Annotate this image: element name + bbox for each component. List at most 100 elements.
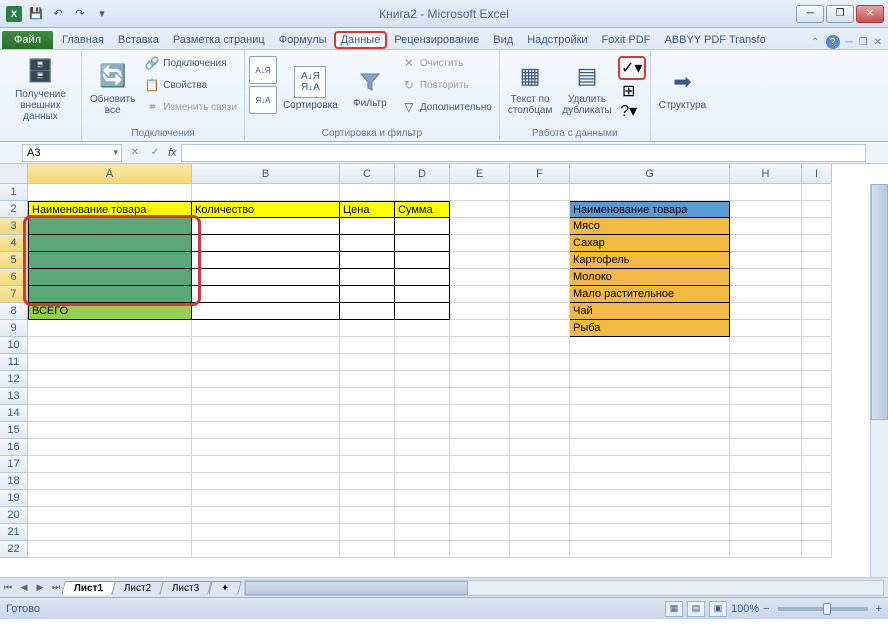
cell[interactable] [730, 388, 802, 405]
cell[interactable] [395, 218, 450, 235]
row-header[interactable]: 9 [0, 320, 28, 337]
cell[interactable] [340, 524, 395, 541]
cell[interactable]: Цена [340, 201, 395, 218]
outline-button[interactable]: ➡ Структура [655, 52, 710, 124]
cell[interactable] [450, 405, 510, 422]
cell[interactable] [28, 235, 192, 252]
doc-close-icon[interactable]: ✕ [874, 37, 882, 48]
redo-button[interactable]: ↷ [70, 4, 90, 24]
cell[interactable] [395, 354, 450, 371]
cell[interactable] [28, 184, 192, 201]
view-layout-button[interactable]: ▤ [687, 601, 705, 617]
cell[interactable] [730, 507, 802, 524]
cell[interactable] [802, 473, 832, 490]
cell[interactable] [730, 371, 802, 388]
undo-button[interactable]: ↶ [48, 4, 68, 24]
cell[interactable] [802, 184, 832, 201]
cell[interactable] [730, 524, 802, 541]
cell[interactable] [395, 388, 450, 405]
tab-abbyy[interactable]: ABBYY PDF Transfo [657, 30, 772, 49]
cell[interactable] [730, 252, 802, 269]
cell[interactable] [395, 541, 450, 558]
cell[interactable] [802, 507, 832, 524]
cell[interactable] [28, 269, 192, 286]
filter-button[interactable]: Фильтр [344, 52, 396, 124]
cell[interactable] [510, 218, 570, 235]
column-header[interactable]: C [340, 164, 395, 184]
cell[interactable] [28, 337, 192, 354]
cell[interactable] [192, 235, 340, 252]
cell[interactable] [340, 218, 395, 235]
tab-foxit[interactable]: Foxit PDF [595, 30, 658, 49]
cell[interactable] [192, 456, 340, 473]
zoom-slider[interactable] [778, 607, 868, 611]
cell[interactable] [510, 184, 570, 201]
column-header[interactable]: B [192, 164, 340, 184]
cell[interactable] [570, 422, 730, 439]
cell[interactable] [395, 456, 450, 473]
nav-first-icon[interactable]: ⏮ [0, 580, 16, 596]
cell[interactable] [730, 269, 802, 286]
cell[interactable]: Молоко [570, 269, 730, 286]
tab-view[interactable]: Вид [486, 30, 520, 49]
cell[interactable] [570, 524, 730, 541]
cell[interactable] [28, 422, 192, 439]
cell[interactable] [802, 235, 832, 252]
cell[interactable]: Мясо [570, 218, 730, 235]
cell[interactable] [450, 337, 510, 354]
cell[interactable] [395, 422, 450, 439]
cell[interactable] [450, 541, 510, 558]
vertical-scrollbar[interactable] [870, 184, 888, 577]
doc-minimize-icon[interactable]: ─ [846, 37, 853, 48]
row-header[interactable]: 11 [0, 354, 28, 371]
cell[interactable] [450, 269, 510, 286]
save-button[interactable]: 💾 [26, 4, 46, 24]
sort-desc-button[interactable]: Я↓А [249, 86, 277, 114]
zoom-thumb[interactable] [823, 603, 831, 615]
cell[interactable]: Сумма [395, 201, 450, 218]
row-header[interactable]: 21 [0, 524, 28, 541]
cell[interactable]: ВСЕГО [28, 303, 192, 320]
cell[interactable] [28, 388, 192, 405]
sheet-tab-2[interactable]: Лист2 [111, 581, 164, 595]
cell[interactable] [450, 201, 510, 218]
cell[interactable] [395, 405, 450, 422]
cell[interactable] [340, 286, 395, 303]
cell[interactable] [802, 218, 832, 235]
row-header[interactable]: 8 [0, 303, 28, 320]
horizontal-scrollbar[interactable] [244, 580, 884, 596]
cell[interactable] [510, 541, 570, 558]
tab-home[interactable]: Главная [55, 30, 111, 49]
cell[interactable] [192, 371, 340, 388]
cell[interactable] [28, 218, 192, 235]
cell[interactable] [192, 422, 340, 439]
cell[interactable] [802, 320, 832, 337]
nav-next-icon[interactable]: ▶ [32, 580, 48, 596]
cell[interactable] [395, 507, 450, 524]
cell[interactable] [730, 218, 802, 235]
excel-icon[interactable]: X [4, 4, 24, 24]
cell[interactable] [450, 303, 510, 320]
cell[interactable] [802, 524, 832, 541]
cell[interactable] [570, 439, 730, 456]
row-header[interactable]: 18 [0, 473, 28, 490]
cell[interactable] [510, 439, 570, 456]
data-validation-button[interactable]: ✓▾ [621, 59, 643, 77]
cell[interactable] [730, 490, 802, 507]
cell[interactable] [730, 456, 802, 473]
cell[interactable]: Наименование товара [570, 201, 730, 218]
cell[interactable] [570, 337, 730, 354]
row-header[interactable]: 14 [0, 405, 28, 422]
cell[interactable] [192, 184, 340, 201]
tab-data[interactable]: Данные [334, 31, 388, 49]
cell[interactable] [192, 252, 340, 269]
cell[interactable] [510, 507, 570, 524]
hscroll-thumb[interactable] [245, 581, 468, 595]
cell[interactable] [570, 456, 730, 473]
cell[interactable] [730, 235, 802, 252]
cell[interactable] [730, 303, 802, 320]
cell[interactable] [395, 252, 450, 269]
cell[interactable] [450, 320, 510, 337]
cell[interactable] [395, 439, 450, 456]
column-header[interactable]: D [395, 164, 450, 184]
